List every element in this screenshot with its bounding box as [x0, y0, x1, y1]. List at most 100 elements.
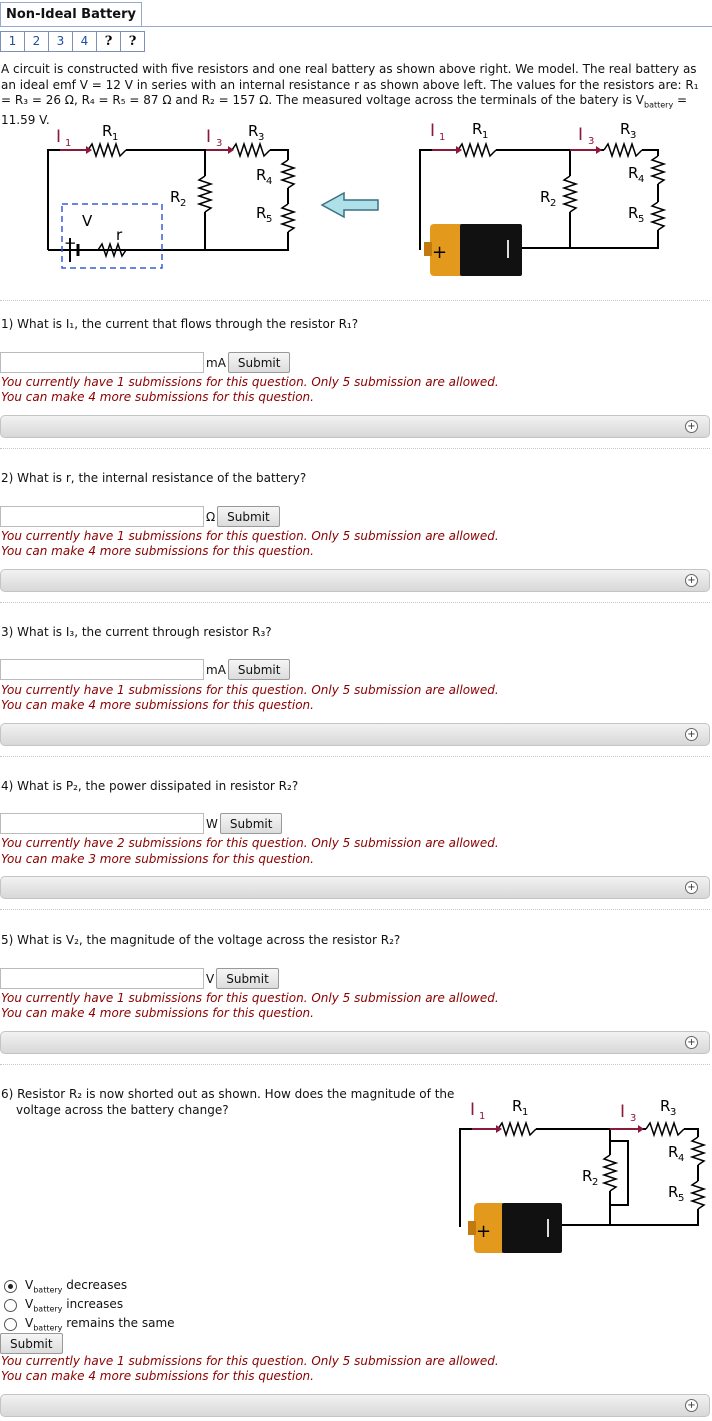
question-4-unit: W: [206, 816, 218, 831]
svg-text:4: 4: [266, 176, 272, 187]
tab-2[interactable]: 2: [24, 31, 49, 52]
shorted-circuit-diagram: + I 1 I 3 R1 R3 R4 R5 R2: [459, 1097, 707, 1253]
question-6-submission-count: You currently have 1 submissions for thi…: [1, 1354, 499, 1368]
svg-text:1: 1: [65, 138, 71, 149]
svg-text:3: 3: [258, 132, 264, 143]
tab-help-1[interactable]: ?: [96, 31, 121, 52]
model-circuit-diagram: I 1 I 3 R1 R3 R4 R5 R2 V r +: [47, 122, 297, 269]
real-circuit-diagram: + I 1 I 3 R1 R3 R4 R5 R2: [419, 120, 667, 276]
svg-text:I: I: [578, 125, 583, 145]
option-increases-label: Vbattery increases: [25, 1297, 124, 1314]
svg-text:1: 1: [479, 1111, 485, 1122]
question-3-submit-button[interactable]: Submit: [227, 659, 291, 680]
question-2-remaining: You can make 4 more submissions for this…: [1, 544, 314, 558]
svg-text:I: I: [620, 1102, 625, 1122]
svg-text:R: R: [256, 166, 266, 184]
option-same-label: Vbattery remains the same: [25, 1316, 175, 1333]
question-5-submission-count: You currently have 1 submissions for thi…: [1, 991, 499, 1005]
svg-text:R: R: [248, 122, 258, 140]
plus-circle-icon[interactable]: +: [685, 1399, 698, 1412]
svg-text:R: R: [170, 188, 180, 206]
svg-text:+: +: [432, 242, 447, 263]
question-tabs: 1 2 3 4 ? ?: [0, 31, 145, 52]
battery-icon: +: [424, 224, 522, 276]
svg-text:R: R: [628, 204, 638, 222]
tab-3[interactable]: 3: [48, 31, 73, 52]
svg-text:R: R: [628, 164, 638, 182]
title-divider: [0, 26, 712, 27]
svg-text:1: 1: [482, 130, 488, 141]
question-3-text: 3) What is I₃, the current through resis…: [1, 625, 272, 639]
question-2-submission-count: You currently have 1 submissions for thi…: [1, 529, 499, 543]
svg-text:3: 3: [630, 130, 636, 141]
tab-help-2[interactable]: ?: [120, 31, 145, 52]
plus-circle-icon[interactable]: +: [685, 1036, 698, 1049]
option-same[interactable]: Vbattery remains the same: [4, 1316, 175, 1332]
question-3-input[interactable]: [0, 659, 204, 680]
question-3-remaining: You can make 4 more submissions for this…: [1, 698, 314, 712]
svg-text:r: r: [116, 226, 123, 244]
question-2-text: 2) What is r, the internal resistance of…: [1, 471, 307, 485]
tab-4[interactable]: 4: [72, 31, 97, 52]
separator: [0, 300, 710, 301]
question-1-expand-bar[interactable]: +: [0, 415, 710, 438]
question-2-submit-button[interactable]: Submit: [217, 506, 280, 527]
svg-text:R: R: [540, 188, 550, 206]
svg-text:4: 4: [678, 1153, 684, 1164]
radio-icon[interactable]: [4, 1317, 17, 1331]
question-1-unit: mA: [206, 355, 226, 370]
question-2-input[interactable]: [0, 506, 204, 527]
separator: [0, 448, 710, 449]
option-increases[interactable]: Vbattery increases: [4, 1297, 123, 1313]
question-5-submit-button[interactable]: Submit: [216, 968, 279, 989]
svg-text:I: I: [206, 127, 211, 147]
svg-text:5: 5: [638, 214, 644, 225]
question-5-expand-bar[interactable]: +: [0, 1031, 710, 1054]
svg-text:1: 1: [439, 132, 445, 143]
question-1-remaining: You can make 4 more submissions for this…: [1, 390, 314, 404]
question-1-text: 1) What is I₁, the current that flows th…: [1, 317, 359, 331]
question-5-remaining: You can make 4 more submissions for this…: [1, 1006, 314, 1020]
radio-selected-icon[interactable]: [4, 1279, 17, 1293]
radio-icon[interactable]: [4, 1298, 17, 1312]
separator: [0, 909, 710, 910]
question-2-answer-row: Ω Submit: [0, 506, 280, 527]
svg-text:I: I: [470, 1100, 475, 1120]
question-1-input[interactable]: [0, 352, 204, 373]
question-2-expand-bar[interactable]: +: [0, 569, 710, 592]
question-4-expand-bar[interactable]: +: [0, 876, 710, 899]
plus-circle-icon[interactable]: +: [685, 574, 698, 587]
question-5-input[interactable]: [0, 968, 204, 989]
question-1-submission-count: You currently have 1 submissions for thi…: [1, 375, 499, 389]
question-3-answer-row: mA Submit: [0, 659, 291, 680]
question-2-unit: Ω: [206, 509, 216, 524]
svg-text:R: R: [472, 120, 482, 138]
battery-icon: +: [468, 1203, 562, 1253]
svg-text:R: R: [582, 1167, 592, 1185]
question-6-submit-button[interactable]: Submit: [0, 1333, 63, 1354]
plus-circle-icon[interactable]: +: [685, 420, 698, 433]
question-6-text-line-1: 6) Resistor R₂ is now shorted out as sho…: [1, 1087, 455, 1101]
svg-text:V: V: [82, 212, 93, 230]
svg-text:R: R: [102, 122, 112, 140]
plus-circle-icon[interactable]: +: [685, 881, 698, 894]
question-6-remaining: You can make 4 more submissions for this…: [1, 1369, 314, 1383]
question-4-input[interactable]: [0, 813, 204, 834]
separator: [0, 1064, 710, 1065]
question-1-submit-button[interactable]: Submit: [227, 352, 291, 373]
page-title: Non-Ideal Battery: [0, 2, 142, 26]
svg-text:3: 3: [588, 136, 594, 147]
svg-text:3: 3: [670, 1107, 676, 1118]
plus-circle-icon[interactable]: +: [685, 728, 698, 741]
tab-1[interactable]: 1: [0, 31, 25, 52]
question-6-expand-bar[interactable]: +: [0, 1394, 710, 1417]
svg-text:R: R: [660, 1097, 670, 1115]
left-arrow-icon: [320, 191, 379, 219]
question-4-submit-button[interactable]: Submit: [219, 813, 283, 834]
svg-text:1: 1: [112, 132, 118, 143]
svg-text:I: I: [56, 127, 61, 147]
option-decreases[interactable]: Vbattery decreases: [4, 1278, 127, 1294]
svg-text:R: R: [256, 204, 266, 222]
svg-text:4: 4: [638, 174, 644, 185]
question-3-expand-bar[interactable]: +: [0, 723, 710, 746]
